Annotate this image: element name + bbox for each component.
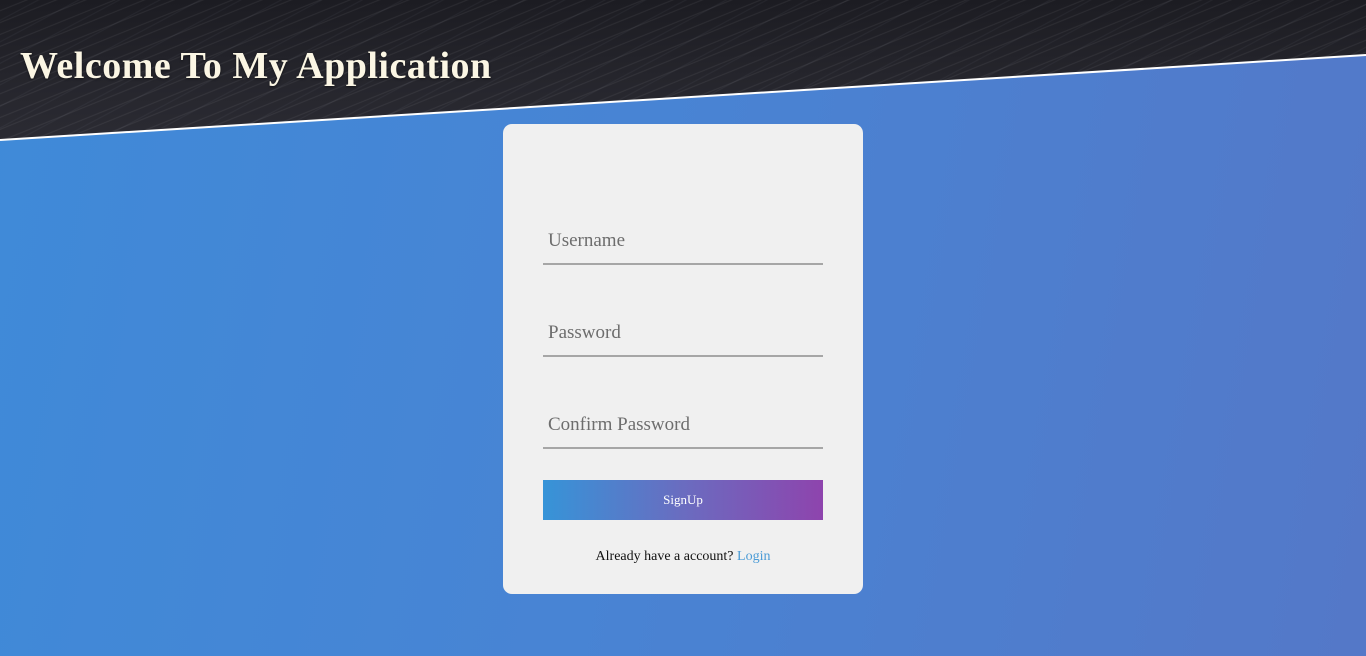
login-link[interactable]: Login — [737, 549, 770, 564]
confirm-password-input[interactable] — [543, 409, 823, 449]
signup-button[interactable]: SignUp — [543, 480, 823, 520]
page-title: Welcome To My Application — [20, 45, 492, 87]
password-input[interactable] — [543, 317, 823, 357]
login-prompt-text: Already have a account? — [595, 549, 734, 564]
username-input[interactable] — [543, 225, 823, 265]
login-prompt-row: Already have a account? Login — [503, 549, 863, 565]
signup-card: SignUp Already have a account? Login — [503, 124, 863, 594]
